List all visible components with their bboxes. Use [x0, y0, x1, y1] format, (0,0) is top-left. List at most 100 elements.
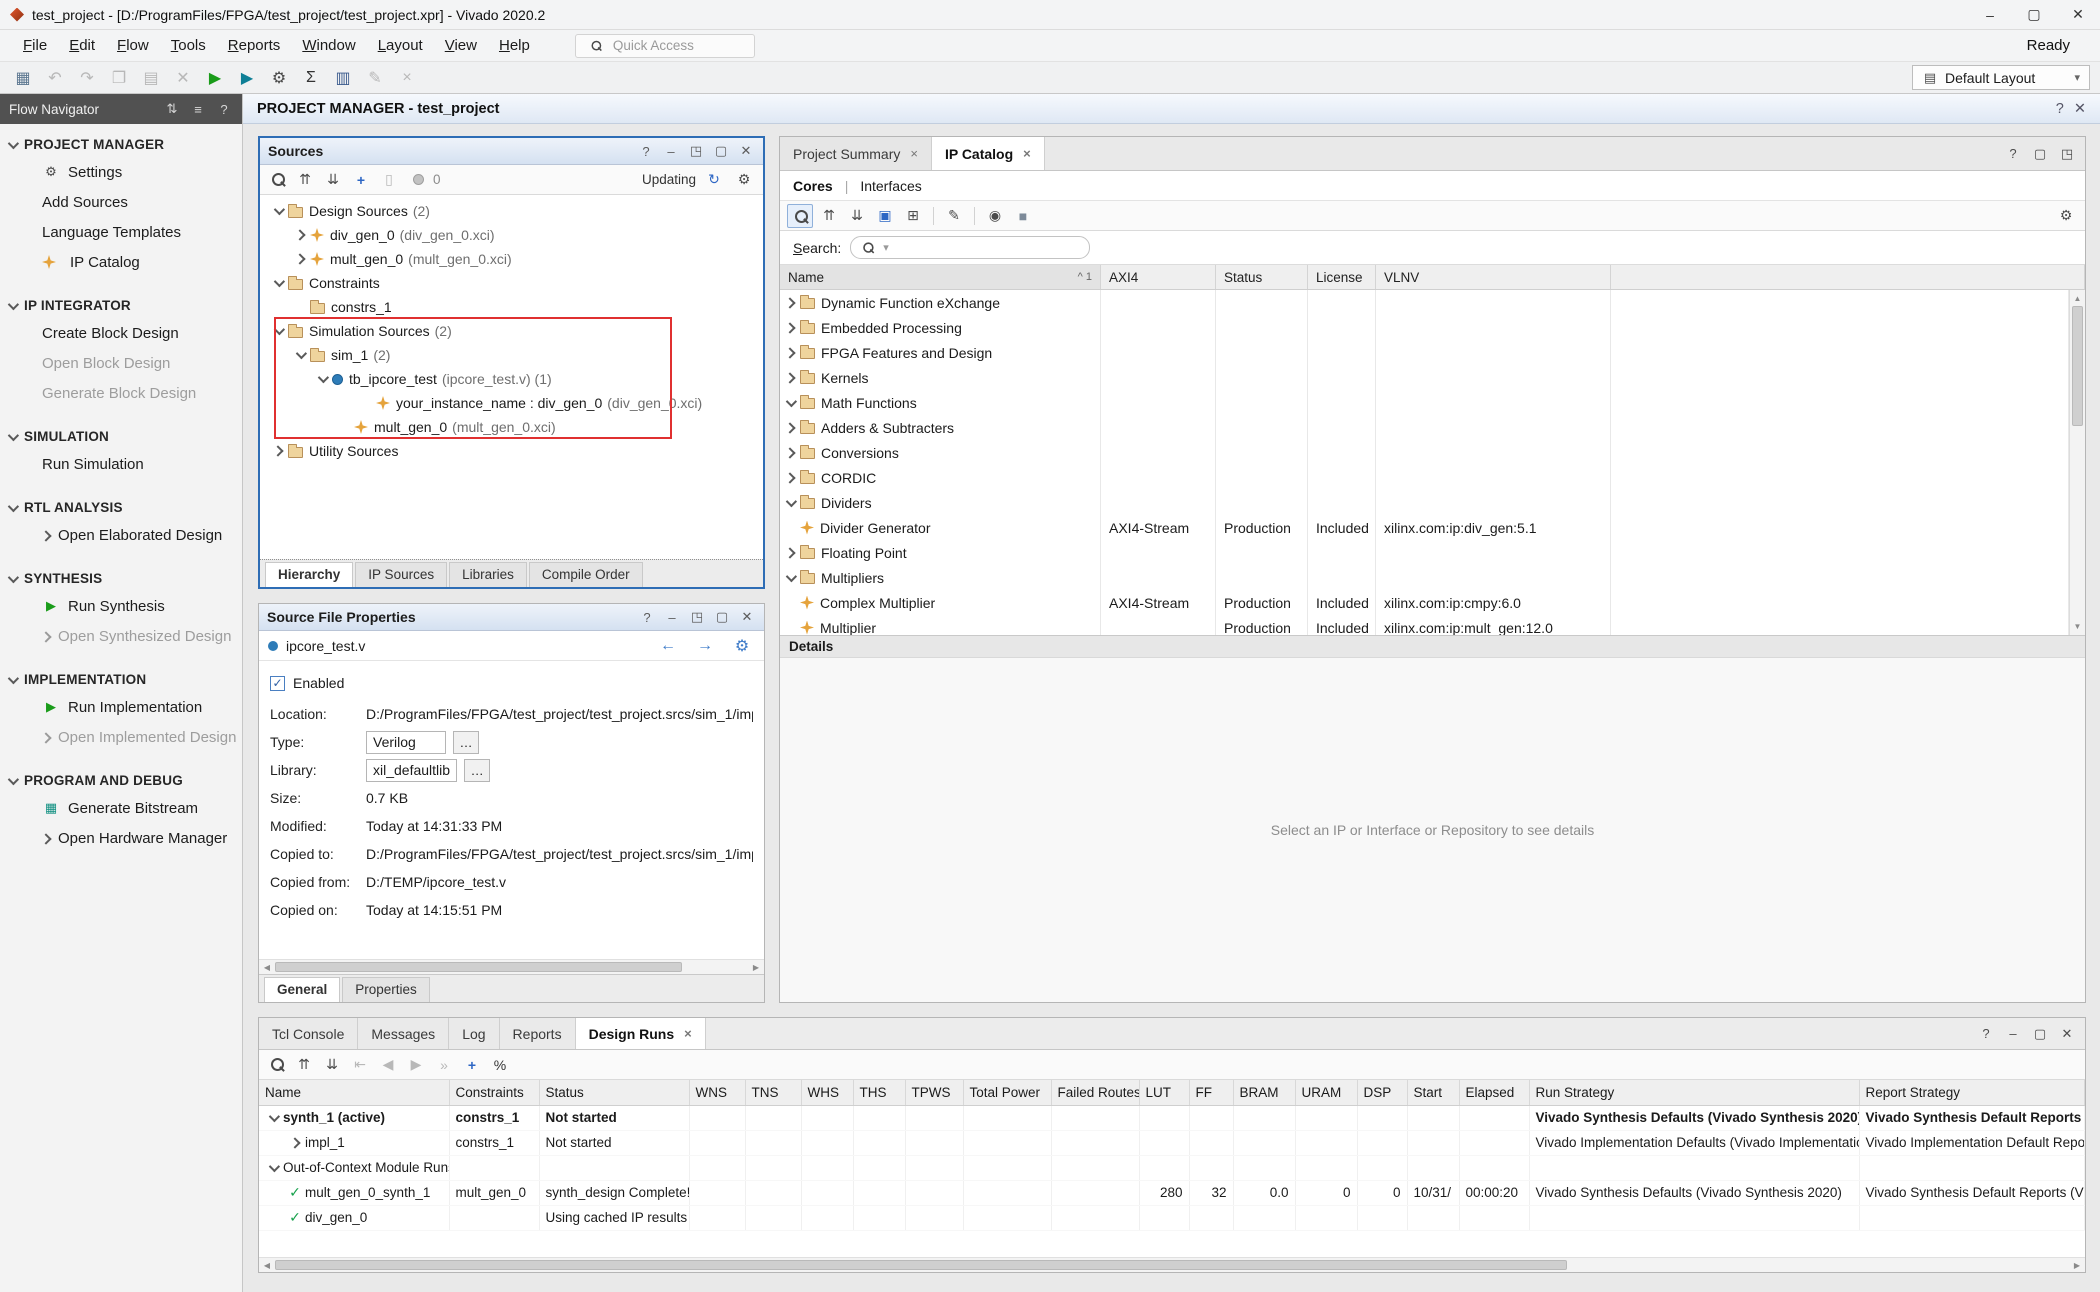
tree-item-design-sources[interactable]: Design Sources(2): [260, 199, 763, 223]
column-header-constraints[interactable]: Constraints: [449, 1080, 539, 1105]
chevron-down-icon[interactable]: [8, 773, 19, 784]
search-icon[interactable]: [787, 204, 813, 228]
catalog-row-math-functions[interactable]: Math Functions: [780, 390, 2069, 415]
chevron-right-icon[interactable]: [272, 445, 283, 456]
column-header-whs[interactable]: WHS: [801, 1080, 853, 1105]
run-icon[interactable]: ▶: [202, 66, 228, 90]
type-combo[interactable]: Verilog: [366, 731, 446, 754]
column-header-wns[interactable]: WNS: [689, 1080, 745, 1105]
restart-icon[interactable]: ⇤: [348, 1054, 372, 1076]
column-header-report-strategy[interactable]: Report Strategy: [1859, 1080, 2085, 1105]
layout-selector[interactable]: ▤ Default Layout ▾: [1912, 65, 2090, 90]
undo-icon[interactable]: ↶: [42, 66, 68, 90]
catalog-search-input[interactable]: ▾: [850, 236, 1090, 259]
chevron-right-icon[interactable]: [294, 229, 305, 240]
sidebar-item-generate-bitstream[interactable]: ▦Generate Bitstream: [0, 793, 242, 823]
flow-section-header[interactable]: PROJECT MANAGER: [0, 132, 242, 157]
help-icon[interactable]: ?: [638, 608, 656, 626]
design-run-row-div-gen-0[interactable]: ✓div_gen_0Using cached IP results: [259, 1205, 2085, 1230]
chevron-down-icon[interactable]: [8, 500, 19, 511]
sigma-icon[interactable]: Σ: [298, 66, 324, 90]
tab-hierarchy[interactable]: Hierarchy: [265, 562, 353, 587]
chevron-down-icon[interactable]: [8, 672, 19, 683]
help-icon[interactable]: ?: [1977, 1025, 1995, 1043]
gear-icon[interactable]: [729, 634, 755, 658]
forward-icon[interactable]: [692, 634, 718, 658]
design-run-row-mult-gen-0-synth-1[interactable]: ✓mult_gen_0_synth_1mult_gen_0synth_desig…: [259, 1180, 2085, 1205]
column-header-axi4[interactable]: AXI4: [1101, 265, 1216, 289]
scroll-up-icon[interactable]: [2070, 290, 2085, 306]
chevron-down-icon[interactable]: [8, 298, 19, 309]
maximize-icon[interactable]: ▢: [2031, 145, 2049, 163]
step-back-icon[interactable]: ◀: [376, 1054, 400, 1076]
vertical-scrollbar[interactable]: [2069, 290, 2085, 635]
catalog-row-multipliers[interactable]: Multipliers: [780, 565, 2069, 590]
enabled-checkbox[interactable]: [270, 676, 285, 691]
menu-reports[interactable]: Reports: [217, 32, 292, 59]
sidebar-item-open-hardware-manager[interactable]: Open Hardware Manager: [0, 823, 242, 853]
menu-icon[interactable]: ≡: [189, 100, 207, 118]
close-icon[interactable]: ×: [1023, 146, 1031, 161]
column-header-start[interactable]: Start: [1407, 1080, 1459, 1105]
maximize-icon[interactable]: ▢: [713, 608, 731, 626]
chevron-right-icon[interactable]: [784, 372, 795, 383]
restore-icon[interactable]: ⊞: [901, 205, 925, 227]
close-icon[interactable]: ×: [684, 1026, 692, 1041]
sidebar-item-ip-catalog[interactable]: IP Catalog: [0, 247, 242, 277]
tab-compile-order[interactable]: Compile Order: [529, 562, 643, 587]
column-header-ff[interactable]: FF: [1189, 1080, 1233, 1105]
chevron-down-icon[interactable]: [8, 571, 19, 582]
tree-item-sim-1[interactable]: sim_1(2): [260, 343, 763, 367]
chevron-right-icon[interactable]: [784, 422, 795, 433]
chevron-right-icon[interactable]: [784, 447, 795, 458]
minimize-icon[interactable]: ‒: [662, 142, 680, 160]
column-header-tpws[interactable]: TPWS: [905, 1080, 963, 1105]
expand-all-icon[interactable]: ⇊: [845, 205, 869, 227]
collapse-all-icon[interactable]: ⇈: [817, 205, 841, 227]
chevron-down-icon[interactable]: [786, 495, 797, 506]
scroll-right-icon[interactable]: [2069, 1258, 2085, 1272]
cancel-icon[interactable]: ✕: [170, 66, 196, 90]
browse-button[interactable]: …: [453, 731, 479, 754]
maximize-icon[interactable]: ▢: [2031, 1025, 2049, 1043]
chevron-right-icon[interactable]: [784, 472, 795, 483]
tree-item-constraints[interactable]: Constraints: [260, 271, 763, 295]
sidebar-item-open-block-design[interactable]: Open Block Design: [0, 348, 242, 378]
column-header-status[interactable]: Status: [539, 1080, 689, 1105]
column-header-name[interactable]: Name: [259, 1080, 449, 1105]
layout-icon[interactable]: ▥: [330, 66, 356, 90]
sidebar-item-run-synthesis[interactable]: ▶Run Synthesis: [0, 591, 242, 621]
properties-panel-header[interactable]: Source File Properties ?‒◳▢✕: [259, 604, 764, 631]
chevron-right-icon[interactable]: [40, 530, 51, 541]
maximize-icon[interactable]: ▢: [712, 142, 730, 160]
help-icon[interactable]: ?: [637, 142, 655, 160]
chevron-down-icon[interactable]: [8, 429, 19, 440]
chevron-down-icon[interactable]: [269, 1160, 280, 1171]
chevron-down-icon[interactable]: [269, 1110, 280, 1121]
gear-icon[interactable]: [2054, 205, 2078, 227]
catalog-row-kernels[interactable]: Kernels: [780, 365, 2069, 390]
sidebar-item-create-block-design[interactable]: Create Block Design: [0, 318, 242, 348]
column-header-license[interactable]: License: [1308, 265, 1376, 289]
collapse-all-icon[interactable]: ⇈: [292, 1054, 316, 1076]
horizontal-scrollbar[interactable]: [259, 959, 764, 974]
close-icon[interactable]: ✕: [738, 608, 756, 626]
fast-forward-icon[interactable]: »: [432, 1054, 456, 1076]
tab-libraries[interactable]: Libraries: [449, 562, 527, 587]
percent-icon[interactable]: %: [488, 1054, 512, 1076]
tree-item-mult-gen-0[interactable]: mult_gen_0(mult_gen_0.xci): [260, 415, 763, 439]
scrollbar-thumb[interactable]: [2072, 306, 2083, 426]
flow-section-header[interactable]: SYNTHESIS: [0, 566, 242, 591]
refresh-icon[interactable]: [702, 169, 726, 191]
redo-icon[interactable]: ↷: [74, 66, 100, 90]
program-icon[interactable]: ▶: [234, 66, 260, 90]
back-icon[interactable]: [655, 634, 681, 658]
menu-window[interactable]: Window: [291, 32, 366, 59]
chevron-right-icon[interactable]: [289, 1137, 300, 1148]
chevron-right-icon[interactable]: [784, 547, 795, 558]
add-icon[interactable]: +: [349, 169, 373, 191]
float-icon[interactable]: ◳: [688, 608, 706, 626]
tab-messages[interactable]: Messages: [358, 1018, 449, 1049]
copy-icon[interactable]: ❐: [106, 66, 132, 90]
column-header-failed-routes[interactable]: Failed Routes: [1051, 1080, 1139, 1105]
